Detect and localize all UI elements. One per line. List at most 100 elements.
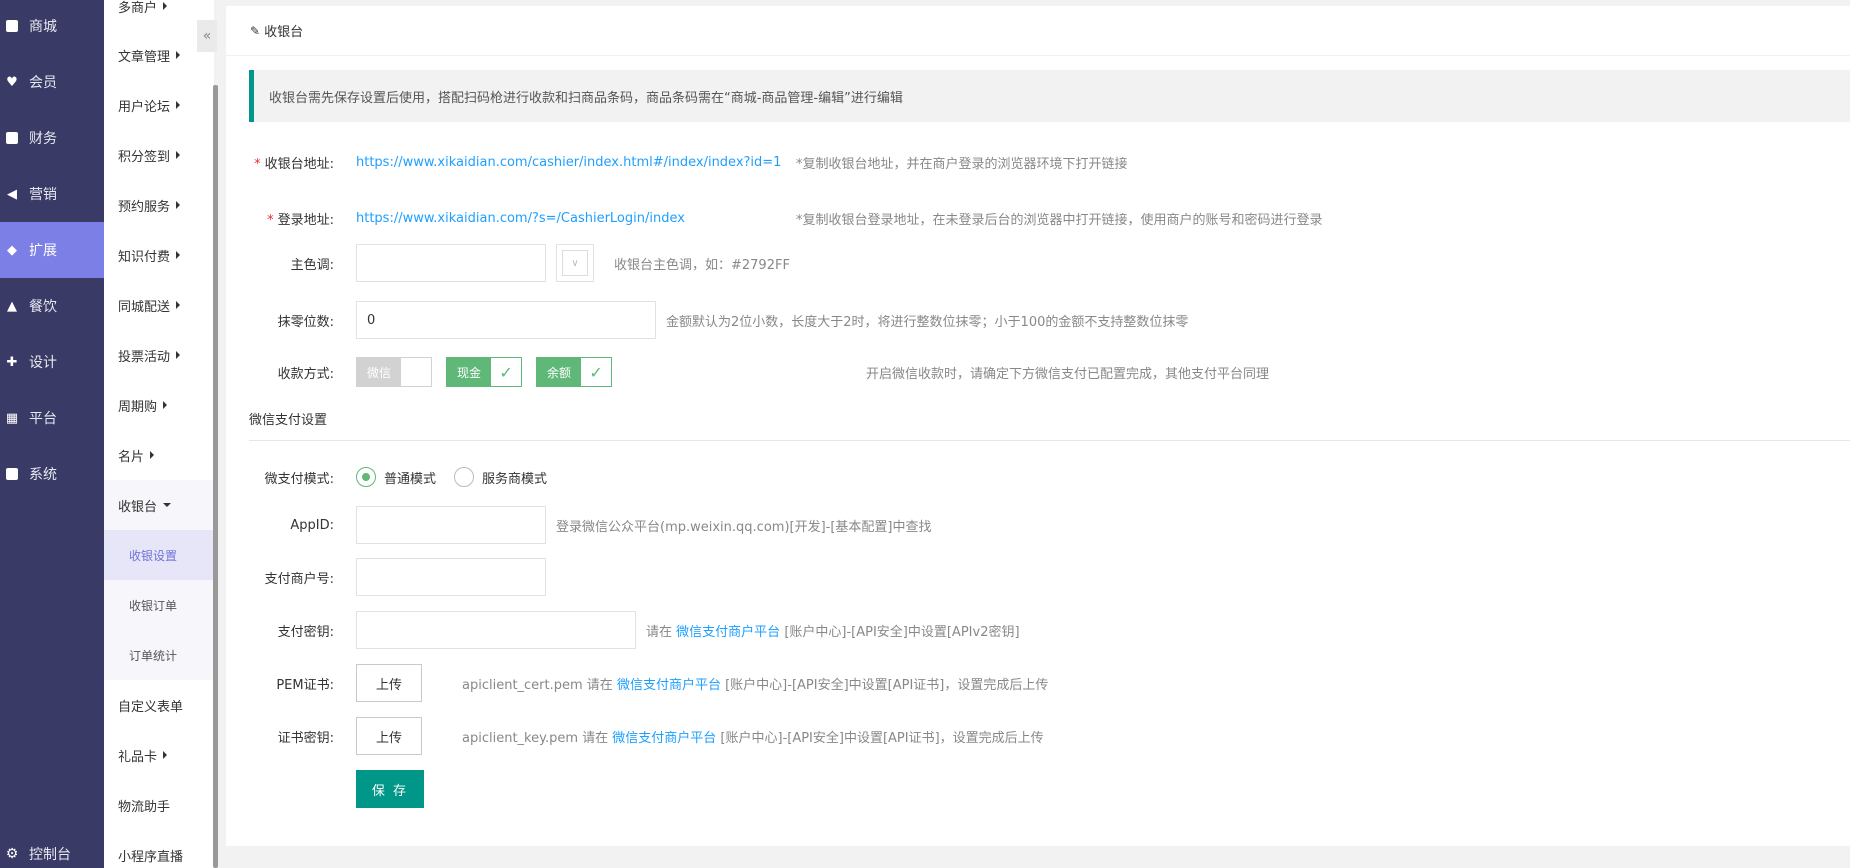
nav-item-finance[interactable]: 财务 [0,110,104,166]
field-label: 支付密钥: [277,624,334,640]
nav-item-marketing[interactable]: ◀ 营销 [0,166,104,222]
nav-item-console[interactable]: ⚙ 控制台 [0,840,104,868]
nav-item-dining[interactable]: ▲ 餐饮 [0,278,104,334]
nav-item-extension[interactable]: ◆ 扩展 [0,222,104,278]
subnav-label: 用户论坛 [118,99,171,115]
double-chevron-left-icon: « [202,28,212,44]
nav-item-platform[interactable]: ▦ 平台 [0,390,104,446]
nav-item-system[interactable]: 系统 [0,446,104,502]
wechat-merchant-platform-link[interactable]: 微信支付商户平台 [617,678,721,693]
field-label: * 登录地址: [226,209,356,228]
chevron-right-icon [163,751,168,759]
subnav-label: 投票活动 [118,349,171,365]
field-label: 支付商户号: [264,571,334,587]
wechat-merchant-platform-link[interactable]: 微信支付商户平台 [676,625,780,640]
field-label: 抹零位数: [277,314,334,330]
field-label: * 收银台地址: [226,153,356,172]
subnav-custom-form[interactable]: 自定义表单 [104,680,214,730]
nav-item-member[interactable]: ♥ 会员 [0,54,104,110]
switch-label: 余额 [537,358,582,386]
subnav-label: 多商户 [118,0,158,16]
radio-provider-mode[interactable]: 服务商模式 [454,467,547,487]
label-text: 收银台地址: [264,156,334,172]
dining-icon: ▲ [7,298,17,314]
subnav-label: 周期购 [118,399,158,415]
upload-cert-key-button[interactable]: 上传 [356,717,422,755]
chevron-right-icon [176,351,181,359]
color-picker-button[interactable]: ∨ [556,244,594,282]
label-text: 登录地址: [277,212,334,228]
login-url-link[interactable]: https://www.xikaidian.com/?s=/CashierLog… [356,211,796,226]
main-panel: ✎ 收银台 收银台需先保存设置后使用，搭配扫码枪进行收款和扫商品条码，商品条码需… [226,6,1850,846]
switch-label: 现金 [447,358,492,386]
grid-icon: ▦ [5,410,19,426]
nav-item-label: 会员 [29,75,57,91]
nav-item-shop[interactable]: 商城 [0,0,104,54]
subnav-subscription[interactable]: 周期购 [104,380,214,430]
wechat-merchant-platform-link[interactable]: 微信支付商户平台 [612,731,716,746]
main-color-input[interactable] [356,244,546,282]
required-mark: * [254,156,261,172]
pay-key-hint: 请在 微信支付商户平台 [账户中心]-[API安全]中设置[APIv2密钥] [646,621,1020,640]
page-title: 收银台 [264,25,304,40]
merchant-no-input[interactable] [356,558,546,596]
chevron-right-icon [176,251,181,259]
card-header: ✎ 收银台 [226,6,1850,56]
field-label: 微支付模式: [264,471,334,487]
required-mark: * [267,212,274,228]
subnav-label: 积分签到 [118,149,171,165]
save-button[interactable]: 保 存 [356,770,424,808]
hint-text: [账户中心]-[API安全]中设置[API证书]，设置完成后上传 [725,677,1049,693]
wechat-section-title: 微信支付设置 [249,413,328,428]
subnav-business-card[interactable]: 名片 [104,430,214,480]
login-url-hint: *复制收银台登录地址，在未登录后台的浏览器中打开链接，使用商户的账号和密码进行登… [796,212,1323,228]
subnav-cashier-settings[interactable]: 收银设置 [104,530,214,580]
pay-key-input[interactable] [356,611,636,649]
cashier-url-row: * 收银台地址: https://www.xikaidian.com/cashie… [226,142,1127,182]
switch-label: 微信 [357,358,402,386]
sidebar-scrollbar[interactable] [213,85,218,868]
wechat-pay-switch[interactable]: 微信✓ [356,357,433,387]
cash-pay-switch[interactable]: 现金 ✓ [446,357,523,387]
field-label: AppID: [290,517,334,533]
radio-dot [454,467,475,487]
subnav-label: 订单统计 [129,648,178,663]
cert-key-row: 证书密钥: 上传 apiclient_key.pem 请在 微信支付商户平台 [… [226,716,1044,756]
radio-normal-mode[interactable]: 普通模式 [356,467,436,487]
subnav-forum[interactable]: 用户论坛 [104,80,214,130]
nav-item-label: 财务 [29,131,57,147]
pem-cert-row: PEM证书: 上传 apiclient_cert.pem 请在 微信支付商户平台… [226,663,1048,703]
balance-pay-switch[interactable]: 余额 ✓ [536,357,613,387]
rounding-input[interactable]: 0 [356,301,656,339]
subnav-mini-live[interactable]: 小程序直播 [104,830,214,868]
subnav-booking[interactable]: 预约服务 [104,180,214,230]
merchant-no-row: 支付商户号: [226,557,546,597]
upload-pem-button[interactable]: 上传 [356,664,422,702]
subnav-cashier-orders[interactable]: 收银订单 [104,580,214,630]
subnav-label: 知识付费 [118,249,171,265]
subnav-paid-knowledge[interactable]: 知识付费 [104,230,214,280]
pencil-icon: ✎ [250,23,261,38]
subnav-logistics[interactable]: 物流助手 [104,780,214,830]
megaphone-icon: ◀ [7,186,17,202]
gear-icon: ⚙ [5,846,19,862]
appid-input[interactable] [356,506,546,544]
subnav-label: 礼品卡 [118,749,158,765]
subnav-voting[interactable]: 投票活动 [104,330,214,380]
collapse-sidebar-button[interactable]: « [197,20,217,52]
pay-methods-row: 收款方式: 微信✓ 现金✓ 余额✓ 开启微信收款时，请确定下方微信支付已配置完成… [226,356,1269,388]
hint-text: [账户中心]-[API安全]中设置[APIv2密钥] [784,624,1020,640]
check-icon: ✓ [491,358,522,386]
subnav-order-stats[interactable]: 订单统计 [104,630,214,680]
subnav-label: 小程序直播 [118,849,184,865]
cashier-url-link[interactable]: https://www.xikaidian.com/cashier/index.… [356,155,796,170]
subnav-cashier[interactable]: 收银台 [104,480,214,530]
pem-cert-hint: apiclient_cert.pem 请在 微信支付商户平台 [账户中心]-[A… [462,674,1048,693]
subnav-points-checkin[interactable]: 积分签到 [104,130,214,180]
chevron-down-icon [163,503,172,507]
nav-item-label: 平台 [29,411,57,427]
subnav-local-delivery[interactable]: 同城配送 [104,280,214,330]
subnav-gift-card[interactable]: 礼品卡 [104,730,214,780]
nav-item-design[interactable]: ✚ 设计 [0,334,104,390]
hint-text: [账户中心]-[API安全]中设置[API证书]，设置完成后上传 [720,730,1044,746]
